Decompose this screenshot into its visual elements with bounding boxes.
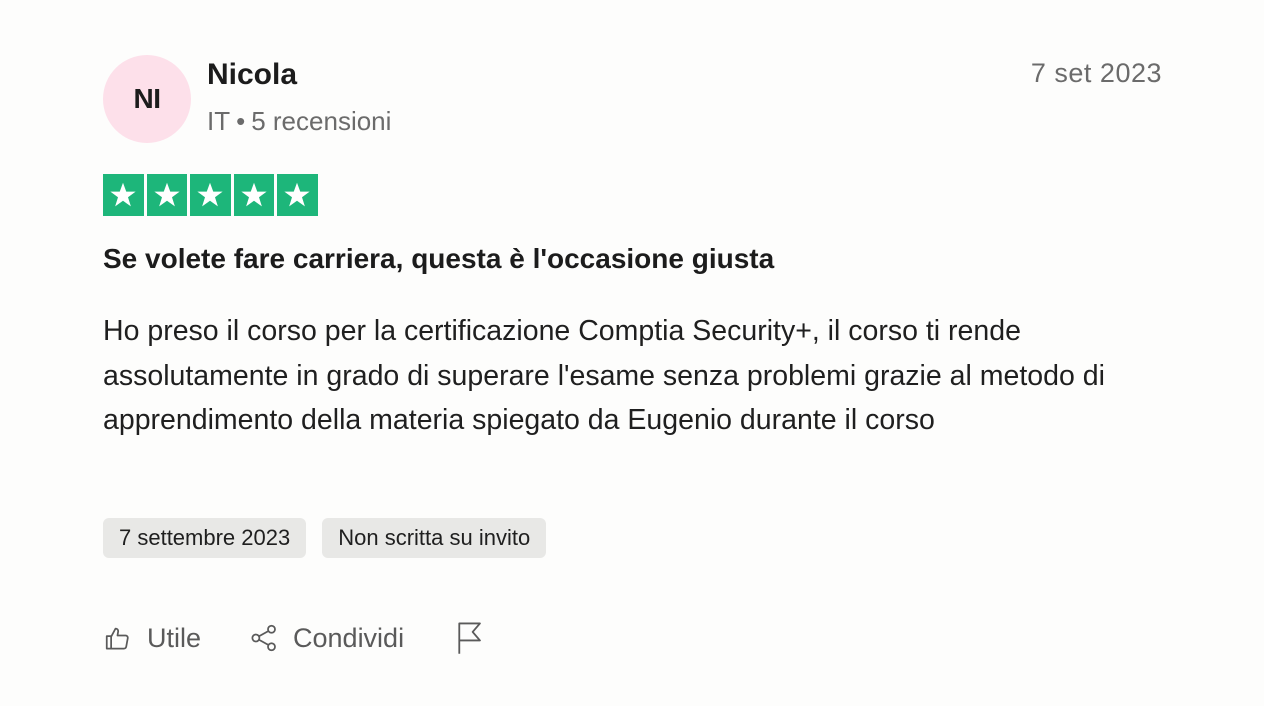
tag-experience-date: 7 settembre 2023 [103, 518, 307, 558]
avatar[interactable]: NI [103, 55, 191, 143]
thumbs-up-icon [105, 627, 129, 650]
star-icon [233, 174, 274, 216]
review-tags: 7 settembre 2023 Non scritta su invito [103, 518, 547, 558]
avatar-initials: NI [133, 83, 162, 114]
useful-button[interactable]: Utile [103, 623, 201, 654]
share-label: Condividi [293, 622, 405, 653]
star-icon [190, 174, 231, 216]
share-button[interactable]: Condividi [249, 623, 404, 654]
review-body: Ho preso il corso per la certificazione … [103, 315, 1105, 436]
flag-icon [458, 622, 481, 654]
star-icon [277, 174, 318, 216]
tag-unprompted: Non scritta su invito [322, 518, 547, 558]
reviewer-reviews-count: 5 recensioni [251, 106, 392, 136]
reviewer-name[interactable]: Nicola [207, 57, 297, 93]
star-icon [103, 174, 144, 216]
reviewer-meta: IT • 5 recensioni [207, 104, 391, 138]
star-rating [103, 174, 318, 216]
separator-dot: • [236, 106, 246, 136]
review-card: NI Nicola IT • 5 recensioni 7 set 2023 Se … [0, 0, 1264, 706]
report-button[interactable] [454, 621, 484, 655]
useful-label: Utile [147, 622, 202, 653]
share-icon [251, 624, 276, 652]
review-title: Se volete fare carriera, questa è l'occa… [103, 243, 775, 274]
star-icon [146, 174, 187, 216]
review-date: 7 set 2023 [1030, 58, 1162, 88]
review-actions: Utile Condividi [103, 614, 484, 662]
reviewer-country: IT [207, 106, 231, 136]
